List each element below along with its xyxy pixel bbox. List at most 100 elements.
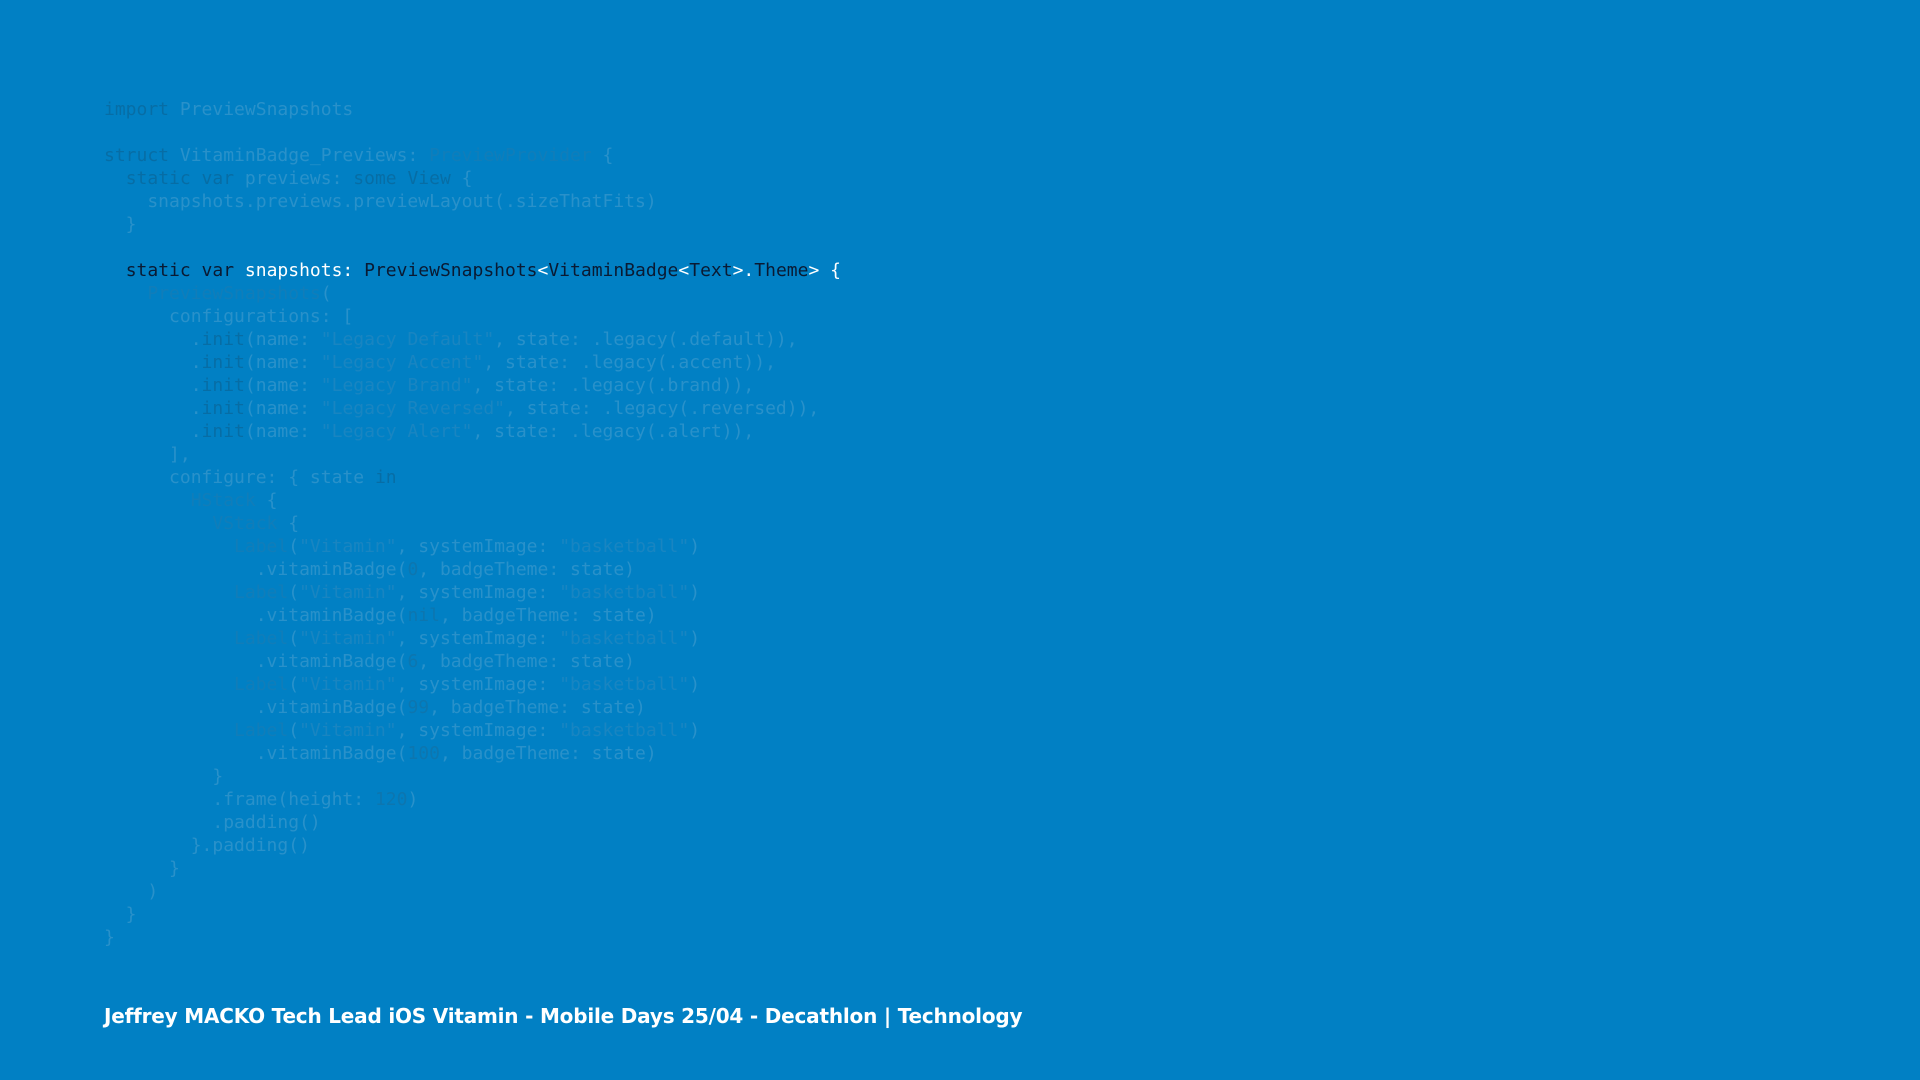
code-token: "basketball": [559, 628, 690, 649]
code-line: }.padding(): [104, 834, 841, 857]
code-token: }: [104, 766, 224, 787]
code-token: {: [591, 145, 614, 166]
code-line: static var previews: some View {: [104, 167, 841, 190]
code-line: .init(name: "Legacy Default", state: .le…: [104, 328, 841, 351]
code-token: configurations: [: [104, 306, 354, 327]
code-token: (name:: [244, 329, 321, 350]
code-token: {: [277, 513, 300, 534]
code-token: some View: [353, 168, 451, 189]
code-token: ): [407, 789, 419, 810]
code-token: init: [201, 398, 245, 419]
code-token: .vitaminBadge(: [104, 605, 408, 626]
code-token: }: [104, 904, 137, 925]
code-token: import: [104, 99, 170, 120]
code-token: "Legacy Brand": [320, 375, 473, 396]
code-line: ): [104, 880, 841, 903]
code-token: ): [689, 536, 701, 557]
code-line: .vitaminBadge(100, badgeTheme: state): [104, 742, 841, 765]
code-token: static var: [125, 168, 235, 189]
code-line: configurations: [: [104, 305, 841, 328]
code-line: Label("Vitamin", systemImage: "basketbal…: [104, 535, 841, 558]
code-token: }: [104, 214, 137, 235]
code-token: .: [104, 352, 202, 373]
code-line: HStack {: [104, 489, 841, 512]
code-token: .vitaminBadge(: [104, 651, 408, 672]
code-token: .: [104, 375, 202, 396]
code-token: "Legacy Accent": [320, 352, 484, 373]
code-token: ): [104, 881, 159, 902]
code-token: init: [201, 421, 245, 442]
code-line: }: [104, 857, 841, 880]
code-token: <: [537, 260, 549, 281]
code-token: "Legacy Reversed": [320, 398, 505, 419]
code-token: (: [288, 674, 300, 695]
code-line: ],: [104, 443, 841, 466]
code-token: PreviewProvider: [429, 145, 592, 166]
code-line-highlighted: static var snapshots: PreviewSnapshots<V…: [104, 259, 841, 282]
code-token: , systemImage:: [396, 720, 560, 741]
code-line: .frame(height: 120): [104, 788, 841, 811]
code-line: .init(name: "Legacy Alert", state: .lega…: [104, 420, 841, 443]
code-line: .init(name: "Legacy Reversed", state: .l…: [104, 397, 841, 420]
code-token: 120: [374, 789, 408, 810]
code-token: ): [689, 628, 701, 649]
code-line: .vitaminBadge(6, badgeTheme: state): [104, 650, 841, 673]
code-token: "Vitamin": [299, 536, 397, 557]
code-token: Label: [234, 674, 289, 695]
code-token: (: [288, 582, 300, 603]
code-token: :: [407, 145, 430, 166]
code-token: > {: [808, 260, 841, 281]
code-token: PreviewSnapshots: [169, 99, 354, 120]
code-token: struct: [104, 145, 170, 166]
code-line: PreviewSnapshots(: [104, 282, 841, 305]
code-token: (: [320, 283, 332, 304]
code-token: "Legacy Default": [320, 329, 495, 350]
code-token: init: [201, 352, 245, 373]
code-token: (name:: [244, 352, 321, 373]
code-token: Label: [234, 628, 289, 649]
code-token: "Vitamin": [299, 582, 397, 603]
code-token: "basketball": [559, 536, 690, 557]
code-line: struct VitaminBadge_Previews: PreviewPro…: [104, 144, 841, 167]
code-token: , systemImage:: [396, 536, 560, 557]
code-line: Label("Vitamin", systemImage: "basketbal…: [104, 627, 841, 650]
code-token: Label: [234, 720, 289, 741]
code-line: .vitaminBadge(99, badgeTheme: state): [104, 696, 841, 719]
code-token: }: [104, 927, 115, 948]
code-token: <: [678, 260, 690, 281]
code-token: "Vitamin": [299, 720, 397, 741]
code-token: , systemImage:: [396, 674, 560, 695]
code-token: 100: [407, 743, 440, 764]
code-token: VitaminBadge: [548, 260, 679, 281]
code-line: snapshots.previews.previewLayout(.sizeTh…: [104, 190, 841, 213]
code-token: {: [255, 490, 278, 511]
code-token: Text: [689, 260, 733, 281]
code-token: (name:: [244, 375, 321, 396]
code-token: }: [104, 858, 180, 879]
code-line: .init(name: "Legacy Accent", state: .leg…: [104, 351, 841, 374]
code-line: configure: { state in: [104, 466, 841, 489]
code-token: "Legacy Alert": [320, 421, 473, 442]
code-token: >.: [732, 260, 755, 281]
code-line: import PreviewSnapshots: [104, 98, 841, 121]
code-line: }: [104, 903, 841, 926]
code-token: ): [689, 720, 701, 741]
code-line: }: [104, 765, 841, 788]
code-line: }: [104, 213, 841, 236]
code-token: "basketball": [559, 674, 690, 695]
code-token: , badgeTheme: state): [439, 743, 657, 764]
code-token: .vitaminBadge(: [104, 559, 408, 580]
code-token: , state: .legacy(.alert)),: [472, 421, 755, 442]
code-token: (name:: [244, 421, 321, 442]
code-token: PreviewSnapshots: [364, 260, 538, 281]
code-token: .: [104, 398, 202, 419]
code-block: import PreviewSnapshots struct VitaminBa…: [104, 98, 841, 949]
